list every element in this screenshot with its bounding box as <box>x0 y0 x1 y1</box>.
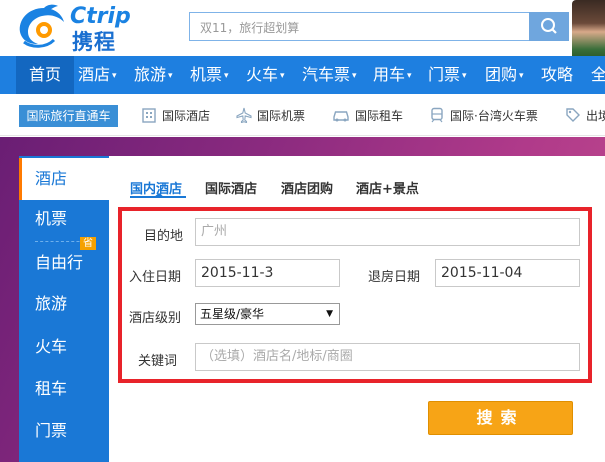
nav-item-train[interactable]: 火车 ▾ <box>246 56 285 94</box>
building-icon <box>142 108 156 123</box>
tab-intl-hotel[interactable]: 国际酒店 <box>205 178 257 197</box>
subnav-item-intl-flight[interactable]: 国际机票 <box>236 105 305 127</box>
nav-label: 火车 <box>246 65 279 84</box>
hotel-level-value: 五星级/豪华 <box>200 307 265 321</box>
category-item-flight[interactable]: 机票 <box>19 198 109 240</box>
nav-label: 首页 <box>28 65 61 84</box>
checkin-value: 2015-11-3 <box>201 265 274 281</box>
hotel-level-label: 酒店级别 <box>129 311 182 326</box>
ctrip-logo[interactable]: Ctrip 携程 <box>14 2 144 54</box>
nav-label: 全 <box>591 65 605 84</box>
category-item-tickets[interactable]: 门票 <box>19 410 109 452</box>
chevron-down-icon: ▾ <box>280 71 285 81</box>
car-icon <box>333 111 349 122</box>
checkin-date-input[interactable]: 2015-11-3 <box>195 259 340 287</box>
checkout-label: 退房日期 <box>368 270 421 285</box>
category-item-train[interactable]: 火车 <box>19 326 109 368</box>
category-label: 酒店 <box>35 169 68 188</box>
chevron-down-icon: ▾ <box>407 71 412 81</box>
subnav-item-intl-hotel[interactable]: 国际酒店 <box>141 105 210 127</box>
train-icon <box>431 107 443 123</box>
nav-item-travel[interactable]: 旅游 ▾ <box>134 56 173 94</box>
keyword-label: 关键词 <box>138 354 178 369</box>
nav-label: 门票 <box>428 65 461 84</box>
active-tab-arrow <box>154 193 164 197</box>
nav-label: 汽车票 <box>302 65 351 84</box>
save-badge: 省 <box>80 237 96 250</box>
category-item-car-rental[interactable]: 租车 <box>19 368 109 410</box>
subnav-label: 出境 <box>586 109 605 123</box>
tag-icon <box>566 108 580 122</box>
nav-label: 攻略 <box>541 65 574 84</box>
dolphin-logo-icon <box>19 4 64 48</box>
category-label: 门票 <box>35 421 68 440</box>
keyword-placeholder: （选填）酒店名/地标/商圈 <box>201 349 353 364</box>
category-label: 机票 <box>35 209 68 228</box>
chevron-down-icon: ▾ <box>112 71 117 81</box>
site-header: Ctrip 携程 双11，旅行超划算 <box>0 0 605 58</box>
main-nav: 首页 酒店 ▾ 旅游 ▾ 机票 ▾ 火车 ▾ 汽车票 ▾ 用车 ▾ 门票 ▾ 团购 ▾ 攻略 全 <box>0 56 605 94</box>
subnav-label: 国际酒店 <box>162 109 211 123</box>
nav-item-home[interactable]: 首页 <box>16 56 74 94</box>
category-label: 自由行 <box>35 253 84 272</box>
destination-input[interactable]: 广州 <box>195 218 580 246</box>
nav-item-bus[interactable]: 汽车票 ▾ <box>302 56 357 94</box>
category-label: 火车 <box>35 337 68 356</box>
nav-label: 旅游 <box>134 65 167 84</box>
brand-name-cn: 携程 <box>72 30 116 54</box>
checkin-label: 入住日期 <box>129 270 182 285</box>
subnav-item-intl-car[interactable]: 国际租车 <box>332 105 403 127</box>
nav-item-guide[interactable]: 攻略 <box>541 56 573 94</box>
category-label: 旅游 <box>35 294 68 313</box>
checkout-value: 2015-11-04 <box>441 265 523 281</box>
category-sidebar: 酒店 机票 自由行 旅游 火车 租车 门票 <box>19 156 109 462</box>
search-button[interactable] <box>529 12 569 41</box>
nav-label: 团购 <box>485 65 518 84</box>
category-label: 租车 <box>35 379 68 398</box>
search-icon <box>541 18 557 34</box>
subnav-label: 国际·台湾火车票 <box>450 109 538 123</box>
hotel-level-select[interactable]: 五星级/豪华 ▼ <box>195 303 340 325</box>
tab-hotel-groupbuy[interactable]: 酒店团购 <box>281 178 333 197</box>
nav-label: 用车 <box>373 65 406 84</box>
dropdown-arrow-icon: ▼ <box>326 309 333 319</box>
keyword-input[interactable]: （选填）酒店名/地标/商圈 <box>195 343 580 371</box>
promo-avatar-image[interactable] <box>572 0 605 58</box>
nav-item-car[interactable]: 用车 ▾ <box>373 56 412 94</box>
chevron-down-icon: ▾ <box>462 71 467 81</box>
nav-item-groupbuy[interactable]: 团购 ▾ <box>485 56 524 94</box>
intl-travel-badge[interactable]: 国际旅行直通车 <box>19 105 118 127</box>
nav-item-flight[interactable]: 机票 ▾ <box>190 56 229 94</box>
search-placeholder: 双11，旅行超划算 <box>200 21 300 35</box>
submit-search-button[interactable]: 搜索 <box>428 401 573 435</box>
nav-item-hotel[interactable]: 酒店 ▾ <box>78 56 117 94</box>
chevron-down-icon: ▾ <box>352 71 357 81</box>
category-item-hotel[interactable]: 酒店 <box>19 158 109 200</box>
plane-icon <box>236 107 252 124</box>
destination-placeholder: 广州 <box>201 224 228 239</box>
subnav-item-outbound[interactable]: 出境 <box>565 105 605 127</box>
chevron-down-icon: ▾ <box>224 71 229 81</box>
nav-label: 酒店 <box>78 65 111 84</box>
subnav-label: 国际租车 <box>355 109 404 123</box>
nav-item-all[interactable]: 全 <box>591 56 605 94</box>
subnav-label: 国际机票 <box>257 109 306 123</box>
chevron-down-icon: ▾ <box>519 71 524 81</box>
checkout-date-input[interactable]: 2015-11-04 <box>435 259 580 287</box>
chevron-down-icon: ▾ <box>168 71 173 81</box>
nav-label: 机票 <box>190 65 223 84</box>
search-input[interactable]: 双11，旅行超划算 <box>189 12 529 41</box>
subnav-item-intl-train[interactable]: 国际·台湾火车票 <box>429 105 538 127</box>
nav-item-tickets[interactable]: 门票 ▾ <box>428 56 467 94</box>
tab-hotel-attraction[interactable]: 酒店+景点 <box>356 178 419 197</box>
destination-label: 目的地 <box>144 229 184 244</box>
category-item-tour[interactable]: 旅游 <box>19 283 109 325</box>
